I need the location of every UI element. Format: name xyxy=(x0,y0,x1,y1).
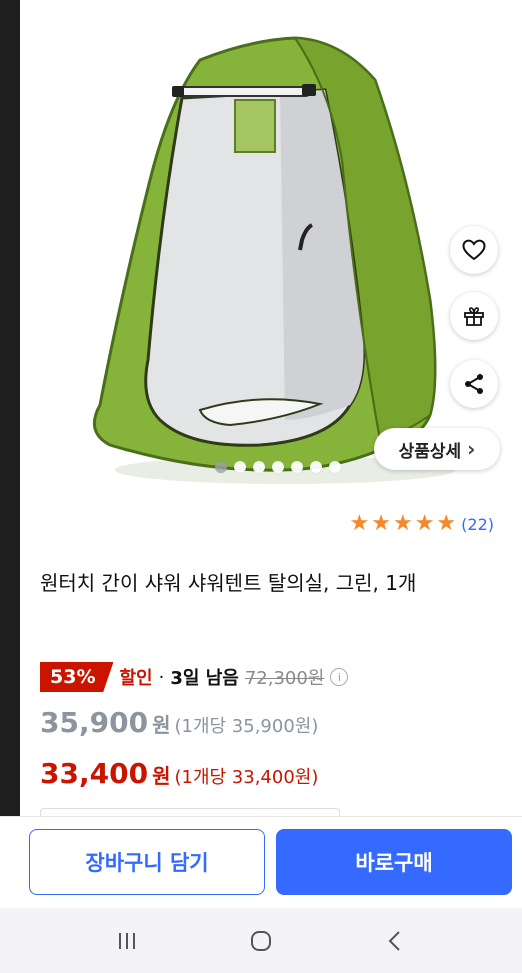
product-title: 원터치 간이 샤워 샤워텐트 탈의실, 그린, 1개 xyxy=(40,571,417,595)
system-nav-bar xyxy=(0,908,522,973)
star-icon: ★ xyxy=(371,511,391,536)
pagination-dot[interactable] xyxy=(272,461,284,473)
sale-price-per-unit: (1개당 35,900원) xyxy=(174,716,319,737)
add-to-cart-button[interactable]: 장바구니 담기 xyxy=(29,829,265,895)
sale-price-unit: 원 xyxy=(152,713,171,737)
star-icon: ★ xyxy=(392,511,413,536)
pagination-dot[interactable] xyxy=(253,461,265,473)
gift-button[interactable] xyxy=(450,292,498,340)
separator: · xyxy=(158,666,165,688)
share-icon xyxy=(465,374,483,394)
product-detail-button[interactable]: 상품상세 › xyxy=(374,428,500,470)
back-icon xyxy=(388,930,400,951)
star-icon: ★ xyxy=(436,511,457,536)
buy-bar: 장바구니 담기 바로구매 xyxy=(0,816,522,908)
buy-now-button[interactable]: 바로구매 xyxy=(276,829,512,895)
product-image xyxy=(92,36,455,484)
final-price: 33,400 xyxy=(40,757,149,790)
share-button[interactable] xyxy=(450,360,498,408)
sale-price: 35,900 xyxy=(40,706,149,739)
chevron-right-icon: › xyxy=(467,437,476,461)
wishlist-button[interactable] xyxy=(450,226,498,274)
final-price-row: 33,400 원 (1개당 33,400원) xyxy=(40,757,318,790)
final-price-per-unit: (1개당 33,400원) xyxy=(174,767,319,788)
time-left: 3일 남음 xyxy=(170,668,239,689)
pagination-dot-active[interactable] xyxy=(215,461,227,473)
recent-apps-icon xyxy=(119,932,135,949)
pagination-dot[interactable] xyxy=(329,461,341,473)
discount-badge: 53% xyxy=(40,662,114,692)
star-icon: ★ xyxy=(349,511,370,536)
star-icon: ★ xyxy=(414,511,435,536)
rating-summary[interactable]: ★ ★ ★ ★ ★ (22) xyxy=(349,513,494,535)
sale-label: 할인 xyxy=(119,668,153,689)
original-price: 72,300원 xyxy=(244,668,325,689)
sale-price-row: 35,900 원 (1개당 35,900원) xyxy=(40,706,318,739)
product-detail-label: 상품상세 xyxy=(398,441,462,462)
pagination-dot[interactable] xyxy=(234,461,246,473)
home-button[interactable] xyxy=(231,916,291,966)
pagination-dot[interactable] xyxy=(310,461,322,473)
image-pagination-dots xyxy=(215,461,341,473)
back-button[interactable] xyxy=(365,916,425,966)
pagination-dot[interactable] xyxy=(291,461,303,473)
discount-row: 53% 할인 · 3일 남음 72,300원 i xyxy=(40,661,349,693)
recent-apps-button[interactable] xyxy=(97,916,157,966)
gift-icon xyxy=(464,307,484,326)
product-image-carousel[interactable] xyxy=(20,0,522,490)
home-icon xyxy=(251,930,271,951)
final-price-unit: 원 xyxy=(152,764,171,788)
info-icon[interactable]: i xyxy=(330,668,349,686)
heart-icon xyxy=(462,239,486,261)
review-count-link[interactable]: (22) xyxy=(461,515,494,534)
